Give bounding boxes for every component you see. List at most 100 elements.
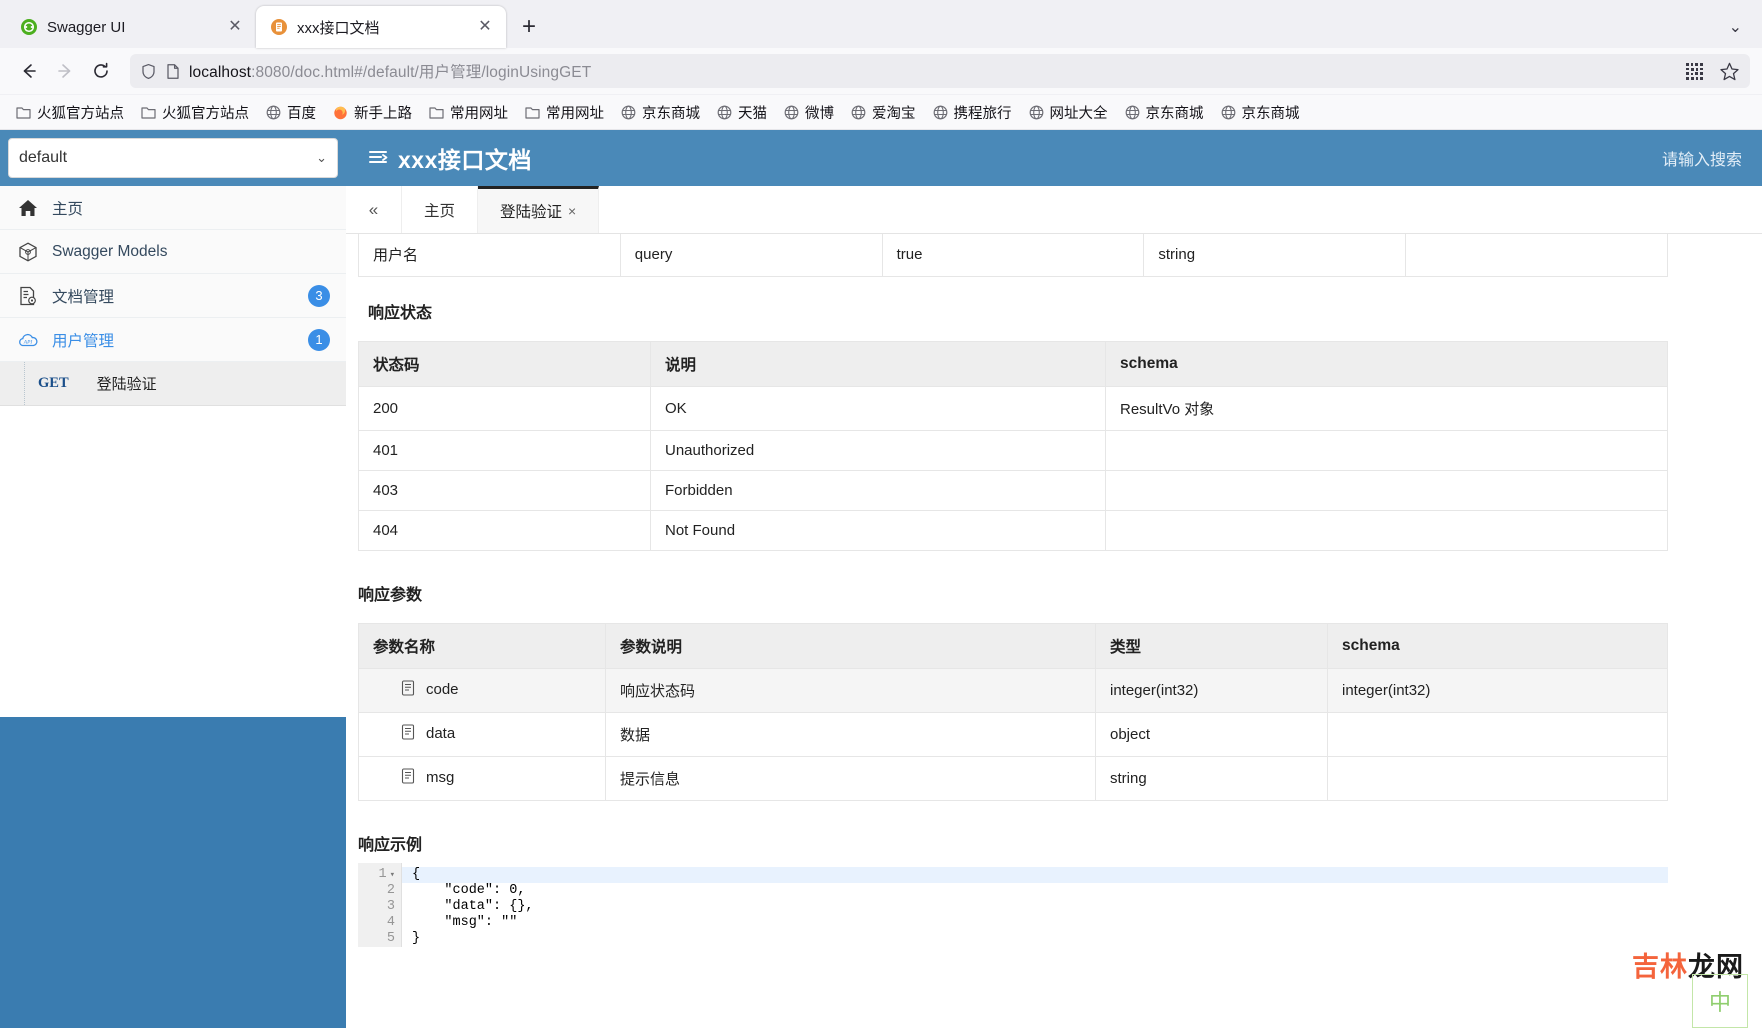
tab-label: 主页 [424, 202, 456, 220]
browser-tab-title: xxx接口文档 [297, 19, 380, 37]
folder-icon [525, 106, 540, 119]
col-description: 说明 [650, 340, 1106, 387]
bookmark-item[interactable]: 爱淘宝 [843, 99, 923, 126]
bookmark-label: 网址大全 [1049, 105, 1108, 122]
sidebar-api-login-verify[interactable]: GET 登陆验证 [0, 362, 346, 406]
col-param-schema: schema [1327, 622, 1668, 669]
code-line: "data": {}, [412, 898, 534, 914]
table-row: 401 Unauthorized [358, 429, 1668, 471]
page-title: xxx接口文档 [398, 147, 532, 173]
browser-tabstrip: Swagger UI ✕ xxx接口文档 ✕ + ⌄ [0, 0, 1762, 48]
swagger-icon [21, 19, 37, 35]
param-schema [1405, 234, 1668, 277]
code-line: "msg": "" [412, 915, 518, 931]
document-gear-icon [16, 284, 40, 308]
param-schema: integer(int32) [1327, 667, 1668, 713]
bookmark-item[interactable]: 天猫 [709, 99, 774, 126]
document-icon [271, 19, 287, 35]
param-required: true [881, 234, 1145, 277]
line-number: 1 [378, 866, 387, 882]
globe-icon [1125, 105, 1139, 119]
qr-code-icon[interactable] [1684, 61, 1705, 82]
group-select[interactable]: default ⌄ [8, 138, 338, 178]
sidebar-collapse-button[interactable]: « [346, 186, 402, 233]
sidebar-item-badge: 3 [308, 284, 330, 307]
doc-tabbar: « 主页 登陆验证 × [346, 186, 1762, 234]
gutter-line[interactable]: 1 ▾ [358, 867, 395, 883]
param-desc: 用户名 [358, 234, 621, 277]
url-path: :8080/doc.html#/default/用户管理/loginUsingG… [251, 64, 592, 81]
bookmark-item[interactable]: 微博 [776, 99, 841, 126]
bookmark-star-icon[interactable] [1719, 61, 1740, 82]
search-input-hint[interactable]: 请输入搜索 [1662, 146, 1742, 170]
globe-icon [621, 105, 636, 119]
bookmark-label: 京东商城 [642, 105, 700, 122]
chevron-down-icon[interactable]: ⌄ [1729, 17, 1742, 37]
status-desc: Unauthorized [650, 429, 1106, 471]
hamburger-list-icon[interactable] [366, 146, 390, 170]
sidebar-item-user-management[interactable]: API 用户管理 1 [0, 318, 346, 362]
globe-icon [851, 105, 866, 119]
param-name: msg [426, 769, 455, 786]
sidebar-item-label: Swagger Models [52, 242, 168, 260]
address-bar[interactable]: localhost:8080/doc.html#/default/用户管理/lo… [130, 54, 1750, 88]
browser-navbar: localhost:8080/doc.html#/default/用户管理/lo… [0, 48, 1762, 95]
back-button[interactable] [12, 54, 46, 88]
table-header-row: 状态码 说明 schema [358, 340, 1668, 387]
table-row: 200 OK ResultVo 对象 [358, 385, 1668, 431]
table-row: msg 提示信息 string [358, 755, 1668, 801]
url-host: localhost [189, 64, 252, 81]
browser-tab-xxx-doc[interactable]: xxx接口文档 ✕ [256, 6, 506, 48]
bookmark-item[interactable]: 网址大全 [1021, 99, 1115, 126]
new-tab-button[interactable]: + [512, 10, 546, 44]
close-icon[interactable]: ✕ [224, 16, 246, 38]
param-desc: 响应状态码 [605, 667, 1096, 713]
sidebar-item-home[interactable]: 主页 [0, 186, 346, 230]
arrow-right-icon [58, 64, 71, 78]
close-icon[interactable]: × [568, 203, 576, 219]
bookmark-item[interactable]: 火狐官方站点 [133, 99, 256, 126]
globe-icon [1029, 105, 1043, 119]
status-desc: OK [650, 385, 1106, 431]
bookmark-item[interactable]: 京东商城 [1117, 99, 1211, 126]
tab-login-verify[interactable]: 登陆验证 × [478, 186, 600, 233]
bookmark-item[interactable]: 京东商城 [613, 99, 707, 126]
shield-icon [142, 63, 155, 79]
bookmark-item[interactable]: 常用网址 [421, 99, 515, 126]
bookmark-label: 百度 [287, 105, 316, 122]
reload-button[interactable] [84, 54, 118, 88]
param-name-cell: data [358, 711, 606, 757]
group-select-value: default [19, 149, 68, 166]
sidebar-item-doc-management[interactable]: 文档管理 3 [0, 274, 346, 318]
response-example-editor[interactable]: 1 ▾ 2 3 4 5 { "code": 0, "data": {}, "msg… [358, 862, 1668, 948]
tab-label: 登陆验证 [500, 204, 563, 221]
field-icon [401, 768, 417, 788]
firefox-icon [334, 106, 347, 119]
browser-tab-swagger-ui[interactable]: Swagger UI ✕ [6, 6, 256, 48]
bookmark-item[interactable]: 火狐官方站点 [8, 99, 131, 126]
close-icon[interactable]: ✕ [474, 16, 496, 38]
section-title-response-example: 响应示例 [358, 836, 423, 854]
sidebar-item-swagger-models[interactable]: Swagger Models [0, 230, 346, 274]
table-row: data 数据 object [358, 711, 1668, 757]
page-icon [167, 63, 179, 79]
response-status-table: 状态码 说明 schema 200 OK ResultVo 对象 401 Una… [358, 340, 1668, 551]
table-row: code 响应状态码 integer(int32) integer(int32) [358, 667, 1668, 713]
http-method-label: GET [38, 375, 69, 391]
section-title-response-params: 响应参数 [358, 586, 423, 604]
forward-button[interactable] [48, 54, 82, 88]
bookmark-item[interactable]: 新手上路 [325, 99, 419, 126]
request-params-table: username 用户名 query true string [358, 234, 1668, 277]
bookmark-item[interactable]: 携程旅行 [925, 99, 1019, 126]
chevron-down-icon: ⌄ [316, 150, 327, 165]
fold-caret-icon[interactable]: ▾ [390, 870, 395, 880]
bookmark-item[interactable]: 百度 [258, 99, 323, 126]
editor-code[interactable]: { "code": 0, "data": {}, "msg": "" } [402, 862, 1668, 948]
gutter-line: 2 [386, 882, 395, 898]
editor-gutter: 1 ▾ 2 3 4 5 [358, 862, 402, 948]
tab-home[interactable]: 主页 [402, 186, 479, 233]
bookmark-label: 火狐官方站点 [37, 105, 124, 122]
bookmark-item[interactable]: 京东商城 [1213, 99, 1307, 126]
bookmark-item[interactable]: 常用网址 [517, 99, 611, 126]
cube-icon [16, 240, 40, 264]
